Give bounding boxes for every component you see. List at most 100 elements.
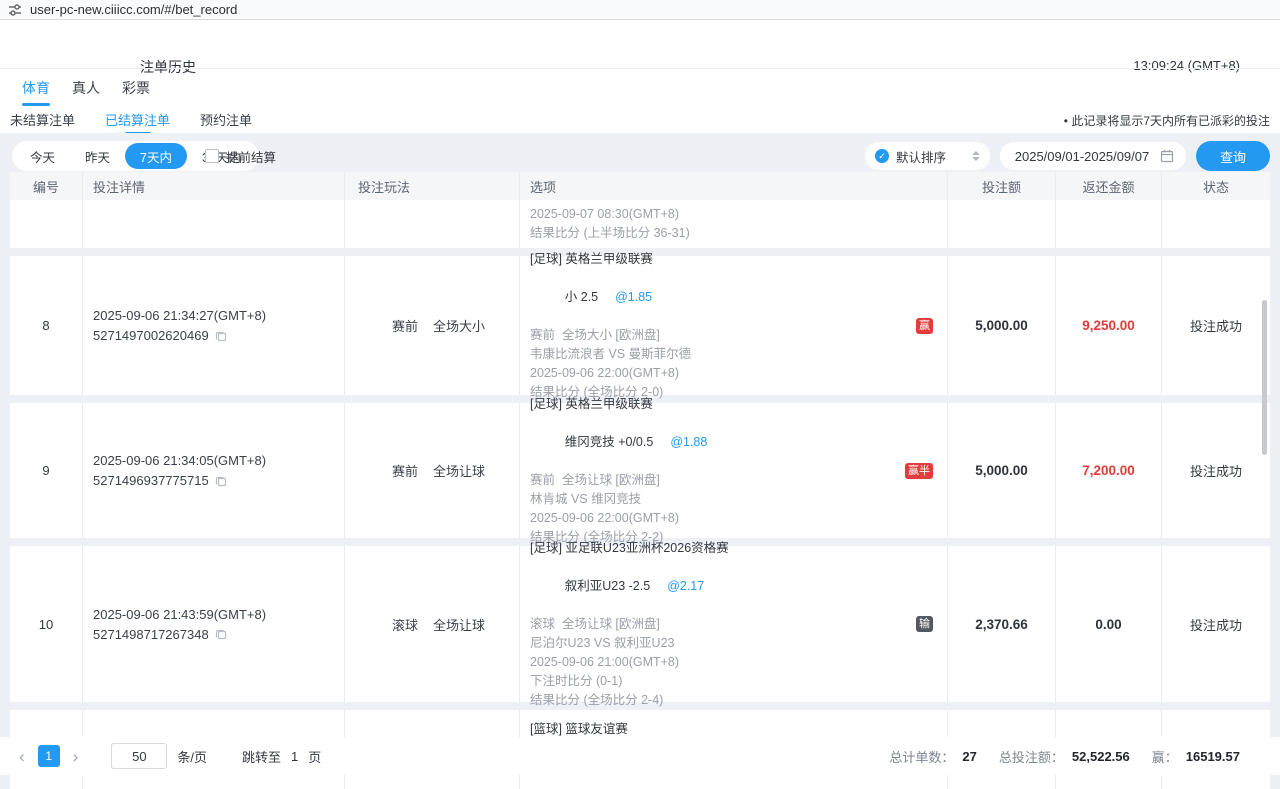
league: [足球] 英格兰甲级联赛 — [530, 395, 901, 414]
copy-icon[interactable] — [215, 330, 227, 342]
col-header-status: 状态 — [1162, 172, 1270, 200]
page-unit-label: 页 — [308, 747, 321, 766]
prev-page-icon[interactable]: ‹ — [16, 748, 28, 765]
league: [足球] 英格兰甲级联赛 — [530, 250, 901, 269]
play-market: 全场让球 — [433, 615, 485, 634]
payout-amount: 0.00 — [1095, 617, 1121, 632]
date-range-picker[interactable]: 2025/09/01-2025/09/07 — [1000, 142, 1186, 170]
filter-bar: 今天 昨天 7天内 30天内 提前结算 ✓ 默认排序 2025/09/01-20… — [0, 141, 1280, 171]
totals-summary: 总计单数： 27 总投注额： 52,522.56 赢： 16519.57 — [889, 747, 1240, 766]
total-count-value: 27 — [962, 749, 976, 764]
match-time: 2025-09-06 22:00(GMT+8) — [530, 364, 901, 383]
early-settle-checkbox[interactable] — [205, 149, 219, 163]
tune-icon — [8, 3, 22, 17]
status-text: 投注成功 — [1190, 316, 1242, 335]
calendar-icon — [1160, 149, 1174, 163]
status-text: 投注成功 — [1190, 461, 1242, 480]
row-number: 8 — [42, 318, 49, 333]
status-text: 投注成功 — [1190, 615, 1242, 634]
subtab-reserved[interactable]: 预约注单 — [200, 110, 252, 135]
header-divider — [0, 68, 1280, 69]
col-header-play: 投注玩法 — [345, 172, 520, 200]
bet-time: 2025-09-06 21:43:59(GMT+8) — [93, 607, 344, 622]
next-page-icon[interactable]: › — [70, 748, 82, 765]
page-size-input[interactable] — [111, 743, 167, 769]
result-badge: 赢 — [916, 318, 933, 334]
table-row: 8 2025-09-06 21:34:27(GMT+8) 52714970026… — [10, 256, 1270, 395]
copy-icon[interactable] — [215, 475, 227, 487]
total-count-label: 总计单数： — [889, 747, 954, 766]
match-teams: 尼泊尔U23 VS 叙利亚U23 — [530, 634, 901, 653]
total-stake-value: 52,522.56 — [1072, 749, 1130, 764]
total-win-value: 16519.57 — [1186, 749, 1240, 764]
tab-live[interactable]: 真人 — [72, 78, 100, 106]
table-row: 9 2025-09-06 21:34:05(GMT+8) 52714969377… — [10, 403, 1270, 538]
play-phase: 赛前 — [392, 461, 418, 480]
market-line: 赛前 全场大小 [欧洲盘] — [530, 326, 901, 345]
result-score: 结果比分 (上半场比分 36-31) — [530, 224, 901, 243]
check-circle-icon: ✓ — [875, 149, 889, 163]
filter-today[interactable]: 今天 — [15, 143, 70, 169]
result-badge: 赢半 — [905, 463, 933, 479]
search-button[interactable]: 查询 — [1196, 141, 1270, 171]
pagination: ‹ 1 › 条/页 跳转至 1 页 — [16, 743, 321, 769]
match-teams: 林肯城 VS 维冈竞技 — [530, 490, 901, 509]
filter-7days[interactable]: 7天内 — [125, 143, 187, 169]
sort-select[interactable]: ✓ 默认排序 — [865, 142, 990, 170]
jump-page-value[interactable]: 1 — [291, 749, 298, 764]
col-header-option: 选项 — [520, 172, 948, 200]
per-page-label: 条/页 — [177, 747, 207, 766]
pick: 维冈竞技 +0/0.5 — [565, 435, 654, 449]
total-win-label: 赢： — [1152, 747, 1178, 766]
settlement-subtabs: 未结算注单 已结算注单 预约注单 — [10, 110, 252, 135]
subtab-unsettled[interactable]: 未结算注单 — [10, 110, 75, 135]
bet-id: 5271497002620469 — [93, 328, 209, 343]
bet-time: 2025-09-06 21:34:27(GMT+8) — [93, 308, 344, 323]
payout-amount: 9,250.00 — [1082, 318, 1135, 333]
market-line: 滚球 全场让球 [欧洲盘] — [530, 615, 901, 634]
col-header-payout: 返还金额 — [1056, 172, 1162, 200]
play-phase: 滚球 — [392, 615, 418, 634]
browser-url-bar: user-pc-new.ciiicc.com/#/bet_record — [0, 0, 1280, 20]
stake-amount: 5,000.00 — [975, 463, 1028, 478]
payout-amount: 7,200.00 — [1082, 463, 1135, 478]
filter-yesterday[interactable]: 昨天 — [70, 143, 125, 169]
current-page-button[interactable]: 1 — [38, 745, 60, 767]
stake-amount: 5,000.00 — [975, 318, 1028, 333]
odds: @2.17 — [667, 579, 704, 593]
record-note: • 此记录将显示7天内所有已派彩的投注 — [1064, 112, 1270, 129]
table-row-partial-top: 2025-09-07 08:30(GMT+8) 结果比分 (上半场比分 36-3… — [10, 200, 1270, 248]
row-number: 9 — [42, 463, 49, 478]
match-teams: 韦康比流浪者 VS 曼斯菲尔德 — [530, 345, 901, 364]
main-content: 今天 昨天 7天内 30天内 提前结算 ✓ 默认排序 2025/09/01-20… — [0, 133, 1280, 789]
category-tabs: 体育 真人 彩票 — [22, 78, 150, 106]
address-url[interactable]: user-pc-new.ciiicc.com/#/bet_record — [30, 2, 237, 17]
page-title: 注单历史 — [140, 57, 196, 77]
footer-bar: ‹ 1 › 条/页 跳转至 1 页 总计单数： 27 总投注额： 52,522.… — [0, 737, 1280, 775]
pick: 小 2.5 — [565, 290, 598, 304]
league: [足球] 亚足联U23亚洲杯2026资格赛 — [530, 539, 901, 558]
market-line: 赛前 全场让球 [欧洲盘] — [530, 471, 901, 490]
subtab-settled[interactable]: 已结算注单 — [105, 110, 170, 135]
bet-id: 5271498717267348 — [93, 627, 209, 642]
match-time: 2025-09-06 22:00(GMT+8) — [530, 509, 901, 528]
jump-to-label: 跳转至 — [242, 747, 281, 766]
match-time: 2025-09-07 08:30(GMT+8) — [530, 205, 901, 224]
result-badge: 输 — [916, 616, 933, 632]
col-header-detail: 投注详情 — [83, 172, 345, 200]
odds: @1.88 — [670, 435, 707, 449]
stake-amount: 2,370.66 — [975, 617, 1028, 632]
tab-sports[interactable]: 体育 — [22, 78, 50, 106]
result-score: 结果比分 (全场比分 2-4) — [530, 691, 901, 710]
table-header-row: 编号 投注详情 投注玩法 选项 投注额 返还金额 状态 — [10, 172, 1270, 200]
sort-selected-value: 默认排序 — [896, 147, 965, 166]
early-settle-label: 提前结算 — [226, 147, 276, 166]
copy-icon[interactable] — [215, 628, 227, 640]
date-range-value: 2025/09/01-2025/09/07 — [1012, 149, 1152, 164]
live-score: 下注时比分 (0-1) — [530, 672, 901, 691]
vertical-scrollbar[interactable] — [1262, 300, 1267, 455]
table-row: 10 2025-09-06 21:43:59(GMT+8) 5271498717… — [10, 546, 1270, 702]
tab-lottery[interactable]: 彩票 — [122, 78, 150, 106]
col-header-stake: 投注额 — [948, 172, 1056, 200]
total-stake-label: 总投注额： — [999, 747, 1064, 766]
